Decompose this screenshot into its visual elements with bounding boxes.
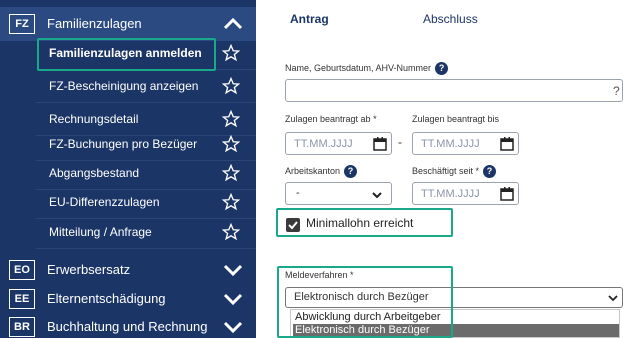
from-label: Zulagen beantragt ab *: [285, 114, 377, 124]
from-date-placeholder: TT.MM.JJJJ: [294, 138, 353, 150]
section-label: Familienzulagen: [47, 16, 142, 31]
tab-abschluss[interactable]: Abschluss: [423, 12, 478, 26]
employed-label: Beschäftigt seit *?: [412, 165, 497, 178]
canton-label: Arbeitskanton?: [285, 165, 358, 178]
calendar-icon[interactable]: [500, 187, 514, 201]
tab-antrag[interactable]: Antrag: [290, 12, 329, 26]
employed-date-placeholder: TT.MM.JJJJ: [421, 188, 480, 200]
star-icon[interactable]: [222, 77, 240, 95]
chevron-down-icon: [608, 295, 618, 302]
date-range-dash: -: [398, 135, 402, 149]
canton-select-value: -: [296, 187, 300, 199]
sidebar-item-mitteilung[interactable]: Mitteilung / Anfrage: [36, 216, 256, 249]
star-icon[interactable]: [222, 44, 240, 62]
sidebar-item-eu-differenzzulagen[interactable]: EU-Differenzzulagen: [36, 186, 256, 219]
name-label-text: Name, Geburtsdatum, AHV-Nummer: [285, 62, 432, 73]
section-label: Elternentschädigung: [47, 291, 166, 306]
name-field-label: Name, Geburtsdatum, AHV-Nummer?: [285, 62, 449, 75]
highlight-frame: [37, 38, 216, 71]
name-search-input[interactable]: ?: [285, 79, 623, 102]
star-icon[interactable]: [222, 110, 240, 128]
sidebar-item-label: Abgangsbestand: [49, 166, 140, 180]
sidebar-item-label: Mitteilung / Anfrage: [49, 225, 152, 239]
star-icon[interactable]: [222, 135, 240, 153]
chevron-up-icon[interactable]: [220, 14, 246, 34]
to-label: Zulagen beantragt bis: [412, 114, 500, 124]
help-icon[interactable]: ?: [483, 165, 497, 178]
section-label: Buchhaltung und Rechnung: [47, 319, 208, 334]
canton-select[interactable]: -: [285, 182, 392, 205]
to-date-placeholder: TT.MM.JJJJ: [421, 138, 480, 150]
section-code: BR: [9, 317, 35, 337]
chevron-down-icon: [372, 192, 382, 199]
highlight-frame: [276, 208, 453, 237]
sidebar: FZ Familienzulagen Familienzulagen anmel…: [0, 0, 256, 338]
from-date-input[interactable]: TT.MM.JJJJ: [285, 132, 392, 155]
sidebar-item-label: EU-Differenzzulagen: [49, 195, 160, 209]
sidebar-item-label: Rechnungsdetail: [49, 112, 139, 126]
sidebar-item-label: FZ-Buchungen pro Bezüger: [49, 137, 198, 151]
star-icon[interactable]: [222, 193, 240, 211]
highlight-frame: [277, 266, 453, 338]
sidebar-section-familienzulagen[interactable]: FZ Familienzulagen: [0, 7, 256, 41]
section-code: EO: [9, 260, 35, 280]
calendar-icon[interactable]: [500, 137, 514, 151]
section-label: Erwerbsersatz: [47, 262, 131, 277]
canton-label-text: Arbeitskanton: [285, 165, 341, 176]
help-icon[interactable]: ?: [344, 165, 358, 178]
sidebar-item-fz-bescheinigung[interactable]: FZ-Bescheinigung anzeigen: [36, 70, 256, 103]
help-icon[interactable]: ?: [435, 62, 449, 75]
employed-date-input[interactable]: TT.MM.JJJJ: [412, 182, 519, 205]
section-code: FZ: [9, 14, 35, 34]
employed-label-text: Beschäftigt seit *: [412, 165, 480, 176]
star-icon[interactable]: [222, 164, 240, 182]
chevron-down-icon[interactable]: [220, 260, 246, 280]
chevron-down-icon[interactable]: [220, 317, 246, 337]
sidebar-section-buchhaltung[interactable]: BR Buchhaltung und Rechnung: [0, 310, 256, 338]
sidebar-item-label: FZ-Bescheinigung anzeigen: [49, 79, 199, 93]
calendar-icon[interactable]: [373, 137, 387, 151]
to-date-input[interactable]: TT.MM.JJJJ: [412, 132, 519, 155]
chevron-down-icon[interactable]: [220, 289, 246, 309]
name-input-suffix: ?: [613, 84, 620, 98]
section-code: EE: [9, 289, 35, 309]
star-icon[interactable]: [222, 223, 240, 241]
